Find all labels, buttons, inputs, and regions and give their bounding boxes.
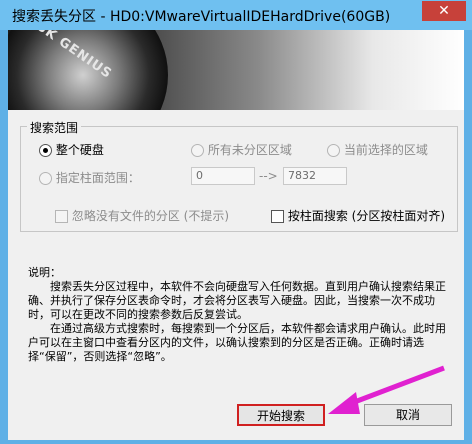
search-range-group: 搜索范围 整个硬盘 所有未分区区域 当前选择的区域 指定柱面范围： 0 --> … bbox=[20, 119, 458, 232]
cylinder-to-input[interactable]: 7832 bbox=[283, 167, 347, 185]
radio-current-selected-label: 当前选择的区域 bbox=[343, 143, 428, 157]
radio-whole-disk[interactable]: 整个硬盘 bbox=[39, 141, 104, 158]
start-search-button[interactable]: 开始搜索 bbox=[237, 404, 325, 426]
radio-all-unallocated[interactable]: 所有未分区区域 bbox=[191, 141, 292, 158]
cancel-button[interactable]: 取消 bbox=[364, 404, 452, 426]
radio-cylinder-range-label: 指定柱面范围： bbox=[55, 171, 140, 185]
radio-current-selected[interactable]: 当前选择的区域 bbox=[327, 141, 428, 158]
checkbox-ignore-no-files[interactable]: 忽略没有文件的分区 (不提示) bbox=[55, 207, 229, 224]
checkbox-ignore-no-files-label: 忽略没有文件的分区 (不提示) bbox=[71, 209, 230, 223]
radio-icon[interactable] bbox=[191, 144, 204, 157]
banner-image: DISK GENIUS bbox=[8, 30, 464, 110]
cylinder-from-input[interactable]: 0 bbox=[191, 167, 255, 185]
radio-all-unallocated-label: 所有未分区区域 bbox=[207, 143, 292, 157]
checkbox-icon[interactable] bbox=[55, 210, 68, 223]
close-icon: ✕ bbox=[438, 3, 450, 19]
description-text: 说明： 搜索丢失分区过程中，本软件不会向硬盘写入任何数据。直到用户确认搜索结果正… bbox=[28, 266, 448, 364]
radio-checked-icon[interactable] bbox=[39, 144, 52, 157]
radio-icon[interactable] bbox=[39, 172, 52, 185]
description-heading: 说明： bbox=[28, 266, 61, 279]
title-bar[interactable]: 搜索丢失分区 - HD0:VMwareVirtualIDEHardDrive(6… bbox=[0, 0, 472, 30]
checkbox-search-by-cylinder[interactable]: 按柱面搜索 (分区按柱面对齐) bbox=[271, 207, 445, 224]
checkbox-search-by-cylinder-label: 按柱面搜索 (分区按柱面对齐) bbox=[287, 209, 446, 223]
radio-cylinder-range[interactable]: 指定柱面范围： bbox=[39, 169, 140, 186]
range-arrow-text: --> bbox=[259, 169, 278, 183]
search-range-legend: 搜索范围 bbox=[27, 119, 82, 136]
close-button[interactable]: ✕ bbox=[422, 1, 466, 21]
description-paragraph-1: 搜索丢失分区过程中，本软件不会向硬盘写入任何数据。直到用户确认搜索结果正确、并执… bbox=[28, 280, 446, 321]
checkbox-icon[interactable] bbox=[271, 210, 284, 223]
radio-icon[interactable] bbox=[327, 144, 340, 157]
radio-whole-disk-label: 整个硬盘 bbox=[55, 143, 104, 157]
dialog-window: 搜索丢失分区 - HD0:VMwareVirtualIDEHardDrive(6… bbox=[0, 0, 472, 444]
window-title: 搜索丢失分区 - HD0:VMwareVirtualIDEHardDrive(6… bbox=[12, 9, 391, 25]
description-paragraph-2: 在通过高级方式搜索时，每搜索到一个分区后，本软件都会请求用户确认。此时用户可以在… bbox=[28, 322, 446, 363]
